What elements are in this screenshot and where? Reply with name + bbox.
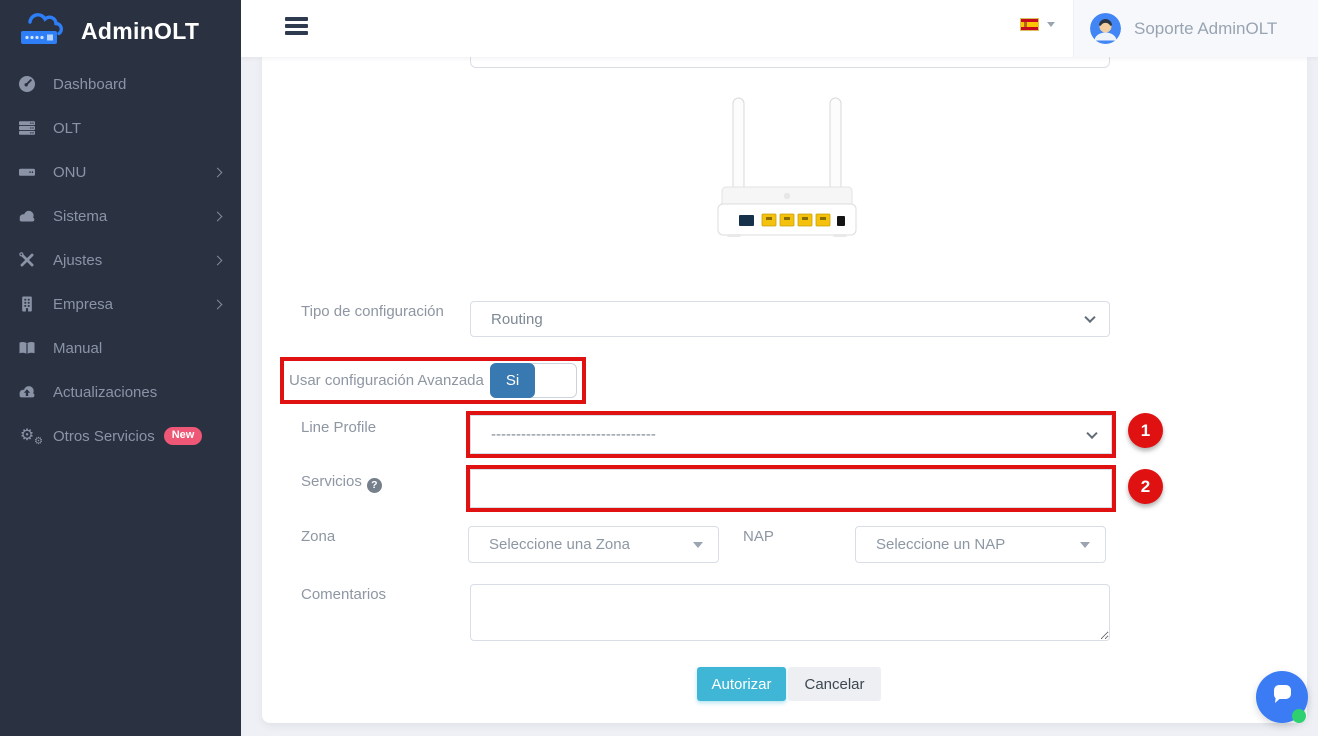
chevron-right-icon <box>213 299 223 309</box>
cogs-icon: ⚙⚙ <box>16 428 38 444</box>
line-profile-value: --------------------------------- <box>491 426 656 443</box>
chat-bubble-icon <box>1269 681 1296 713</box>
sidebar: AdminOLT Dashboard OLT ONU <box>0 0 241 736</box>
sidebar-item-label: Dashboard <box>53 76 126 93</box>
sidebar-nav: Dashboard OLT ONU Sistema <box>0 62 241 458</box>
spain-flag-icon <box>1020 18 1039 31</box>
truncated-field-above[interactable] <box>470 57 1110 68</box>
step-marker-2: 2 <box>1128 469 1163 504</box>
comentarios-textarea[interactable] <box>470 584 1110 641</box>
sidebar-item-olt[interactable]: OLT <box>0 106 241 150</box>
chevron-down-icon <box>1086 427 1097 438</box>
sidebar-item-manual[interactable]: Manual <box>0 326 241 370</box>
triangle-down-icon <box>1080 542 1090 548</box>
gauge-icon <box>16 75 38 93</box>
nap-placeholder: Seleccione un NAP <box>876 536 1005 553</box>
sidebar-item-label: Sistema <box>53 208 107 225</box>
chevron-right-icon <box>213 167 223 177</box>
brand-name: AdminOLT <box>81 18 199 45</box>
servicios-input[interactable] <box>470 469 1112 508</box>
avanzada-toggle[interactable]: Si <box>490 363 577 398</box>
chevron-down-icon <box>1084 312 1095 323</box>
line-profile-select[interactable]: --------------------------------- <box>470 415 1112 454</box>
caret-down-icon <box>1047 22 1055 27</box>
line-profile-label: Line Profile <box>301 419 376 436</box>
zona-placeholder: Seleccione una Zona <box>489 536 630 553</box>
sidebar-item-sistema[interactable]: Sistema <box>0 194 241 238</box>
onu-router-image <box>682 93 892 256</box>
step-marker-1: 1 <box>1128 413 1163 448</box>
usar-avanzada-label: Usar configuración Avanzada <box>289 372 484 389</box>
sidebar-item-dashboard[interactable]: Dashboard <box>0 62 241 106</box>
top-header: Soporte AdminOLT <box>241 0 1318 57</box>
main-content: Tipo de configuración Routing Usar confi… <box>241 57 1318 736</box>
chevron-right-icon <box>213 211 223 221</box>
autorizar-button[interactable]: Autorizar <box>697 667 786 701</box>
building-icon <box>16 295 38 313</box>
server-icon <box>16 119 38 137</box>
sidebar-item-label: Actualizaciones <box>53 384 157 401</box>
tipo-configuracion-select[interactable]: Routing <box>470 301 1110 337</box>
nap-label: NAP <box>743 528 774 545</box>
hamburger-menu-icon[interactable] <box>285 17 308 38</box>
comentarios-label: Comentarios <box>301 586 386 603</box>
avanzada-highlight-box: Usar configuración Avanzada Si <box>280 357 586 404</box>
cloud-icon <box>16 207 38 225</box>
sidebar-item-actualizaciones[interactable]: Actualizaciones <box>0 370 241 414</box>
question-circle-icon[interactable]: ? <box>367 478 382 493</box>
chat-status-dot <box>1292 709 1306 723</box>
brand[interactable]: AdminOLT <box>0 0 241 62</box>
book-icon <box>16 339 38 357</box>
tipo-configuracion-value: Routing <box>491 311 543 328</box>
sidebar-item-label: Empresa <box>53 296 113 313</box>
servicios-label: Servicios? <box>301 473 382 493</box>
sidebar-item-otros-servicios[interactable]: ⚙⚙ Otros Servicios New <box>0 414 241 458</box>
router-icon <box>16 163 38 181</box>
nap-select[interactable]: Seleccione un NAP <box>855 526 1106 563</box>
avatar <box>1090 13 1121 44</box>
sidebar-item-label: Manual <box>53 340 102 357</box>
triangle-down-icon <box>693 542 703 548</box>
adminolt-logo-icon <box>16 8 74 55</box>
sidebar-item-label: ONU <box>53 164 86 181</box>
tools-icon <box>16 251 38 269</box>
sidebar-item-ajustes[interactable]: Ajustes <box>0 238 241 282</box>
zona-select[interactable]: Seleccione una Zona <box>468 526 719 563</box>
form-card: Tipo de configuración Routing Usar confi… <box>262 57 1307 723</box>
toggle-on-label: Si <box>490 363 535 398</box>
cloud-upload-icon <box>16 383 38 401</box>
tipo-configuracion-label: Tipo de configuración <box>301 303 444 320</box>
user-name: Soporte AdminOLT <box>1134 19 1277 39</box>
chat-widget-button[interactable] <box>1256 671 1308 723</box>
sidebar-item-empresa[interactable]: Empresa <box>0 282 241 326</box>
app-window: AdminOLT Dashboard OLT ONU <box>0 0 1318 736</box>
sidebar-item-onu[interactable]: ONU <box>0 150 241 194</box>
cancelar-button[interactable]: Cancelar <box>788 667 881 701</box>
chevron-right-icon <box>213 255 223 265</box>
line-profile-highlight-box: --------------------------------- <box>466 411 1116 458</box>
language-dropdown[interactable] <box>1020 18 1055 31</box>
user-menu[interactable]: Soporte AdminOLT <box>1073 0 1318 57</box>
servicios-highlight-box <box>466 465 1116 512</box>
zona-label: Zona <box>301 528 335 545</box>
new-badge: New <box>164 427 203 445</box>
sidebar-item-label: Otros Servicios <box>53 428 155 445</box>
sidebar-item-label: Ajustes <box>53 252 102 269</box>
sidebar-item-label: OLT <box>53 120 81 137</box>
